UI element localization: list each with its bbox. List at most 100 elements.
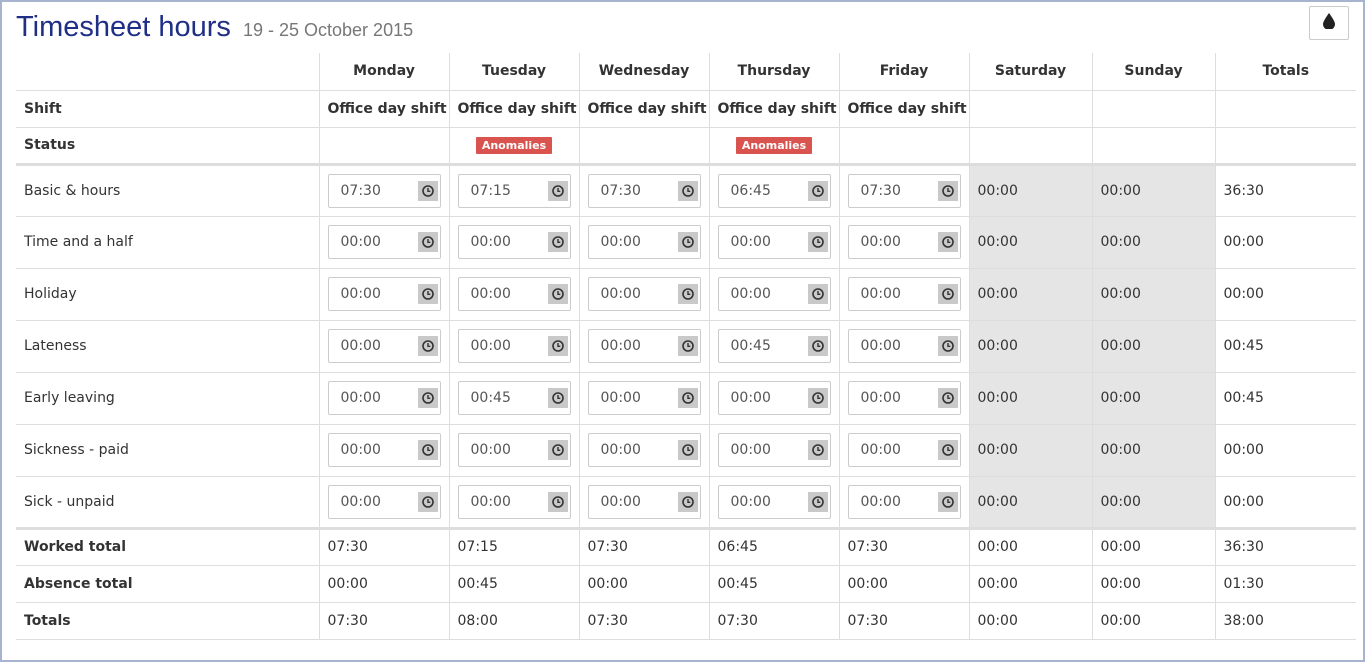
clock-icon[interactable] [807, 440, 828, 460]
hours-cell: 00:45 [708, 320, 839, 373]
time-input[interactable]: 00:00 [327, 433, 441, 467]
time-value: 00:00 [340, 234, 381, 250]
clock-icon[interactable] [547, 388, 568, 408]
time-input[interactable]: 00:00 [717, 277, 831, 311]
clock-icon[interactable] [807, 232, 828, 252]
time-input[interactable]: 00:00 [717, 484, 831, 519]
clock-icon[interactable] [417, 440, 438, 460]
clock-icon[interactable] [807, 491, 828, 512]
hours-cell: 06:45 [708, 164, 839, 217]
clock-icon[interactable] [677, 180, 698, 201]
hours-cell: 00:00 [318, 268, 449, 321]
clock-icon[interactable] [677, 336, 698, 356]
summary-value: 00:00 [838, 565, 969, 603]
time-input[interactable]: 00:00 [327, 277, 441, 311]
clock-icon[interactable] [937, 180, 958, 201]
day-header: Saturday [968, 53, 1092, 91]
time-input[interactable]: 00:00 [587, 329, 701, 363]
summary-value: 00:00 [1091, 528, 1215, 566]
timesheet-panel: Timesheet hours 19 - 25 October 2015 Mon… [0, 0, 1365, 662]
clock-icon[interactable] [417, 284, 438, 304]
clock-icon[interactable] [417, 336, 438, 356]
time-value: 00:00 [470, 286, 511, 302]
time-input[interactable]: 00:00 [457, 277, 571, 311]
time-input[interactable]: 00:00 [847, 381, 961, 415]
time-input[interactable]: 00:00 [327, 484, 441, 519]
time-input[interactable]: 00:00 [457, 433, 571, 467]
time-input[interactable]: 07:15 [457, 173, 571, 208]
time-value: 00:00 [860, 234, 901, 250]
clock-icon[interactable] [547, 491, 568, 512]
time-input[interactable]: 00:00 [847, 277, 961, 311]
clock-icon[interactable] [937, 232, 958, 252]
anomalies-badge[interactable]: Anomalies [475, 136, 553, 154]
row-total: 00:45 [1214, 320, 1356, 373]
clock-icon[interactable] [417, 388, 438, 408]
anomalies-badge[interactable]: Anomalies [735, 136, 813, 154]
clock-icon[interactable] [677, 284, 698, 304]
clock-icon[interactable] [547, 440, 568, 460]
time-input[interactable]: 00:00 [587, 381, 701, 415]
time-input[interactable]: 00:00 [327, 329, 441, 363]
time-input[interactable]: 00:45 [717, 329, 831, 363]
clock-icon[interactable] [547, 180, 568, 201]
clock-icon[interactable] [937, 284, 958, 304]
time-input[interactable]: 00:00 [587, 433, 701, 467]
time-input[interactable]: 00:00 [327, 225, 441, 259]
time-input[interactable]: 06:45 [717, 173, 831, 208]
time-input[interactable]: 00:00 [717, 381, 831, 415]
clock-icon[interactable] [937, 440, 958, 460]
clock-icon[interactable] [807, 284, 828, 304]
clock-icon[interactable] [547, 232, 568, 252]
time-input[interactable]: 00:00 [847, 329, 961, 363]
weekend-hours: 00:00 [1091, 424, 1215, 477]
clock-icon[interactable] [677, 440, 698, 460]
time-input[interactable]: 00:00 [717, 225, 831, 259]
clock-icon[interactable] [417, 180, 438, 201]
time-value: 00:00 [730, 234, 771, 250]
summary-value: 08:00 [448, 602, 579, 640]
time-input[interactable]: 00:00 [457, 225, 571, 259]
clock-icon[interactable] [677, 388, 698, 408]
time-input[interactable]: 00:00 [717, 433, 831, 467]
time-input[interactable]: 07:30 [327, 173, 441, 208]
time-input[interactable]: 00:00 [587, 484, 701, 519]
time-input[interactable]: 00:00 [457, 484, 571, 519]
clock-icon[interactable] [417, 491, 438, 512]
time-input[interactable]: 07:30 [847, 173, 961, 208]
clock-icon[interactable] [937, 388, 958, 408]
status-cell: Anomalies [448, 127, 579, 166]
time-value: 00:00 [730, 442, 771, 458]
weekend-hours: 00:00 [1091, 268, 1215, 321]
time-value: 00:00 [860, 442, 901, 458]
clock-icon[interactable] [677, 491, 698, 512]
clock-icon[interactable] [547, 336, 568, 356]
time-input[interactable]: 00:00 [327, 381, 441, 415]
clock-icon[interactable] [547, 284, 568, 304]
clock-icon[interactable] [937, 336, 958, 356]
clock-icon[interactable] [677, 232, 698, 252]
row-total: 00:00 [1214, 424, 1356, 477]
summary-value: 00:00 [968, 602, 1092, 640]
time-input[interactable]: 00:00 [847, 433, 961, 467]
time-input[interactable]: 00:00 [847, 484, 961, 519]
shift-name: Office day shift [708, 90, 839, 128]
shift-label: Shift [16, 90, 319, 128]
clock-icon[interactable] [937, 491, 958, 512]
weekend-hours: 00:00 [1091, 476, 1215, 530]
time-input[interactable]: 00:00 [587, 277, 701, 311]
clock-icon[interactable] [807, 180, 828, 201]
time-input[interactable]: 00:45 [457, 381, 571, 415]
time-input[interactable]: 07:30 [587, 173, 701, 208]
totals-header: Totals [1214, 53, 1356, 91]
clock-icon[interactable] [807, 388, 828, 408]
clock-icon[interactable] [417, 232, 438, 252]
weekend-hours: 00:00 [968, 320, 1092, 373]
summary-row: Totals 07:30 08:00 07:30 07:30 07:30 00:00 00:0… [16, 602, 1356, 640]
theme-button[interactable] [1309, 6, 1349, 40]
time-input[interactable]: 00:00 [847, 225, 961, 259]
time-input[interactable]: 00:00 [457, 329, 571, 363]
clock-icon[interactable] [807, 336, 828, 356]
time-input[interactable]: 00:00 [587, 225, 701, 259]
time-value: 00:00 [860, 390, 901, 406]
